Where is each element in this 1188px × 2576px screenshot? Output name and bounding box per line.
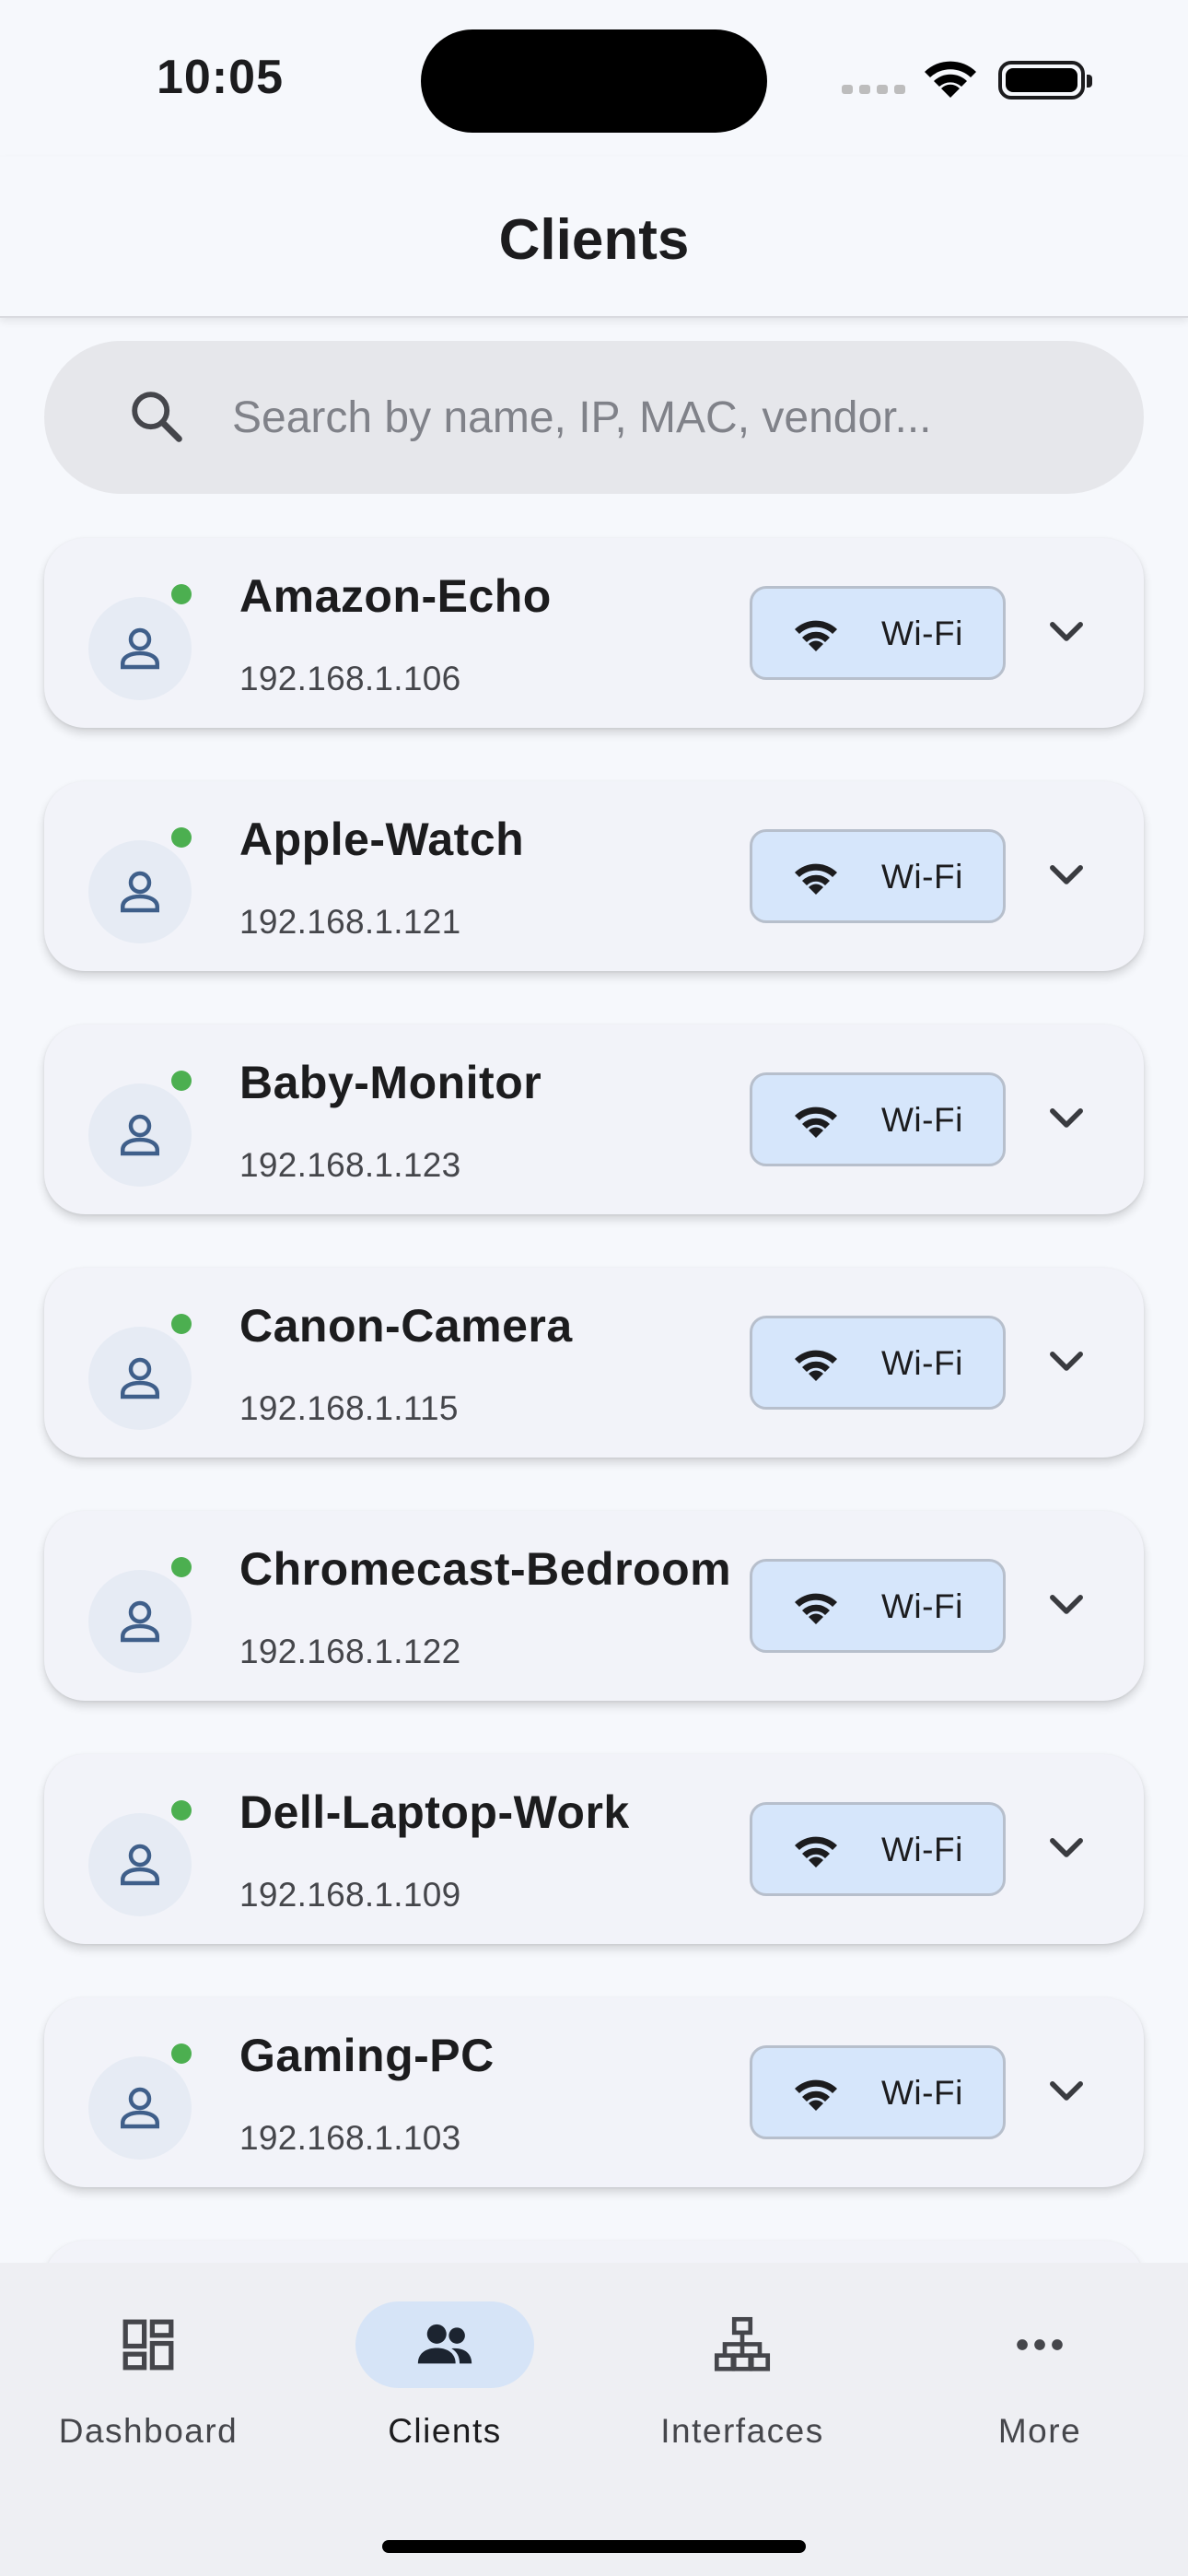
chevron-down-icon[interactable] bbox=[1041, 1093, 1092, 1144]
person-icon bbox=[121, 1357, 159, 1399]
connection-chip[interactable]: Wi-Fi bbox=[750, 586, 1006, 680]
client-name: Baby-Monitor bbox=[239, 1057, 542, 1108]
wifi-icon bbox=[795, 1107, 837, 1138]
chevron-down-icon[interactable] bbox=[1041, 849, 1092, 901]
client-avatar bbox=[88, 1570, 192, 1673]
client-name: Canon-Camera bbox=[239, 1300, 573, 1352]
client-avatar bbox=[88, 1083, 192, 1187]
wifi-icon bbox=[795, 863, 837, 895]
bottom-navigation: Dashboard Clients Interfaces More bbox=[0, 2263, 1188, 2576]
wifi-icon bbox=[795, 1836, 837, 1868]
nav-label-interfaces: Interfaces bbox=[660, 2412, 824, 2450]
search-bar[interactable] bbox=[44, 341, 1144, 494]
client-ip: 192.168.1.115 bbox=[239, 1389, 459, 1427]
nav-item-dashboard[interactable]: Dashboard bbox=[0, 2301, 297, 2486]
client-avatar bbox=[88, 597, 192, 700]
client-name: Dell-Laptop-Work bbox=[239, 1786, 630, 1838]
connection-label: Wi-Fi bbox=[881, 1344, 963, 1382]
client-avatar bbox=[88, 840, 192, 943]
connection-chip[interactable]: Wi-Fi bbox=[750, 1316, 1006, 1410]
online-status-dot bbox=[171, 1314, 192, 1334]
dashboard-icon bbox=[122, 2319, 174, 2371]
search-icon bbox=[132, 392, 182, 442]
chevron-down-icon[interactable] bbox=[1041, 1822, 1092, 1874]
client-card[interactable]: Apple-Watch 192.168.1.121 Wi-Fi bbox=[44, 781, 1144, 971]
client-card[interactable]: Chromecast-Bedroom 192.168.1.122 Wi-Fi bbox=[44, 1511, 1144, 1701]
status-bar: 10:05 bbox=[0, 0, 1188, 157]
person-icon bbox=[121, 1600, 159, 1643]
chevron-down-icon[interactable] bbox=[1041, 2066, 1092, 2117]
online-status-dot bbox=[171, 584, 192, 604]
connection-label: Wi-Fi bbox=[881, 1101, 963, 1139]
network-icon bbox=[714, 2316, 771, 2371]
connection-label: Wi-Fi bbox=[881, 2074, 963, 2112]
client-name: Apple-Watch bbox=[239, 814, 525, 865]
person-icon bbox=[121, 1114, 159, 1156]
client-ip: 192.168.1.122 bbox=[239, 1633, 461, 1670]
client-ip: 192.168.1.121 bbox=[239, 903, 461, 941]
client-name: Gaming-PC bbox=[239, 2030, 495, 2081]
more-dots-icon bbox=[1017, 2339, 1063, 2350]
connection-chip[interactable]: Wi-Fi bbox=[750, 1072, 1006, 1166]
connection-label: Wi-Fi bbox=[881, 858, 963, 896]
nav-label-more: More bbox=[997, 2412, 1082, 2450]
person-icon bbox=[121, 2087, 159, 2129]
client-avatar bbox=[88, 1813, 192, 1916]
client-name: Amazon-Echo bbox=[239, 570, 552, 622]
client-ip: 192.168.1.106 bbox=[239, 660, 461, 697]
chevron-down-icon[interactable] bbox=[1041, 606, 1092, 658]
wifi-icon bbox=[795, 1593, 837, 1624]
wifi-icon bbox=[795, 620, 837, 651]
chevron-down-icon[interactable] bbox=[1041, 1336, 1092, 1388]
client-avatar bbox=[88, 2056, 192, 2160]
battery-icon bbox=[998, 61, 1092, 100]
nav-label-dashboard: Dashboard bbox=[58, 2412, 239, 2450]
home-indicator bbox=[382, 2540, 806, 2553]
online-status-dot bbox=[171, 1800, 192, 1821]
dynamic-island bbox=[421, 29, 767, 133]
online-status-dot bbox=[171, 1071, 192, 1091]
cellular-signal-icon bbox=[842, 85, 905, 94]
connection-chip[interactable]: Wi-Fi bbox=[750, 1802, 1006, 1896]
client-card[interactable]: Baby-Monitor 192.168.1.123 Wi-Fi bbox=[44, 1025, 1144, 1214]
client-card[interactable]: Canon-Camera 192.168.1.115 Wi-Fi bbox=[44, 1268, 1144, 1458]
client-card[interactable]: Amazon-Echo 192.168.1.106 Wi-Fi bbox=[44, 538, 1144, 728]
connection-label: Wi-Fi bbox=[881, 1587, 963, 1625]
nav-item-interfaces[interactable]: Interfaces bbox=[594, 2301, 891, 2486]
client-ip: 192.168.1.109 bbox=[239, 1876, 461, 1914]
wifi-icon bbox=[795, 2079, 837, 2111]
online-status-dot bbox=[171, 2043, 192, 2064]
connection-label: Wi-Fi bbox=[881, 615, 963, 652]
online-status-dot bbox=[171, 827, 192, 848]
client-ip: 192.168.1.123 bbox=[239, 1146, 461, 1184]
connection-chip[interactable]: Wi-Fi bbox=[750, 2045, 1006, 2139]
page-title: Clients bbox=[498, 208, 690, 272]
client-ip: 192.168.1.103 bbox=[239, 2119, 461, 2157]
client-card[interactable]: Gaming-PC 192.168.1.103 Wi-Fi bbox=[44, 1997, 1144, 2187]
client-name: Chromecast-Bedroom bbox=[239, 1543, 732, 1595]
person-icon bbox=[121, 871, 159, 913]
client-card[interactable]: Dell-Laptop-Work 192.168.1.109 Wi-Fi bbox=[44, 1754, 1144, 1944]
status-time: 10:05 bbox=[157, 51, 284, 104]
chevron-down-icon[interactable] bbox=[1041, 1579, 1092, 1631]
connection-chip[interactable]: Wi-Fi bbox=[750, 1559, 1006, 1653]
app-header: Clients bbox=[0, 157, 1188, 318]
person-icon bbox=[121, 1844, 159, 1886]
client-avatar bbox=[88, 1327, 192, 1430]
person-icon bbox=[121, 627, 159, 670]
nav-label-clients: Clients bbox=[388, 2412, 502, 2450]
wifi-status-icon bbox=[925, 61, 976, 98]
online-status-dot bbox=[171, 1557, 192, 1577]
wifi-icon bbox=[795, 1350, 837, 1381]
connection-chip[interactable]: Wi-Fi bbox=[750, 829, 1006, 923]
people-icon bbox=[417, 2324, 472, 2364]
connection-label: Wi-Fi bbox=[881, 1831, 963, 1868]
nav-item-clients[interactable]: Clients bbox=[297, 2301, 593, 2486]
client-list: Amazon-Echo 192.168.1.106 Wi-Fi Apple-Wa… bbox=[44, 538, 1144, 2484]
nav-item-more[interactable]: More bbox=[891, 2301, 1188, 2486]
search-input[interactable] bbox=[188, 367, 1090, 468]
